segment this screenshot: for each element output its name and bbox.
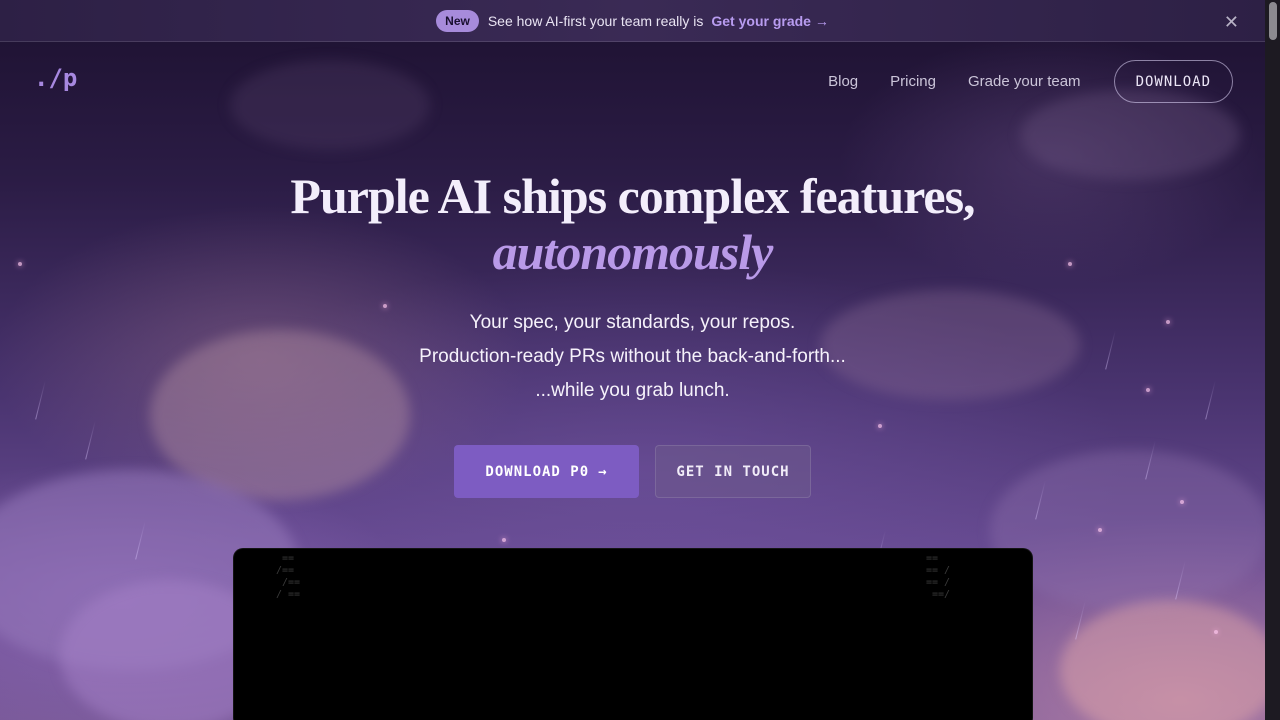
rain-decoration <box>85 420 96 460</box>
nav-link-pricing[interactable]: Pricing <box>890 73 936 90</box>
cloud-decoration <box>1020 90 1240 180</box>
announcement-text: See how AI-first your team really is <box>487 12 704 29</box>
star-decoration <box>878 424 882 428</box>
page-scrollbar[interactable] <box>1265 0 1280 720</box>
star-decoration <box>1098 528 1102 532</box>
download-p0-label: DOWNLOAD P0 <box>485 463 590 480</box>
download-p0-button[interactable]: DOWNLOAD P0 → <box>454 445 639 498</box>
hero-cta-group: DOWNLOAD P0 → GET IN TOUCH <box>454 445 811 498</box>
new-badge: New <box>436 9 479 32</box>
subtitle-line: Production-ready PRs without the back-an… <box>419 346 846 367</box>
star-decoration <box>1214 630 1218 634</box>
scrollbar-thumb[interactable] <box>1269 2 1277 40</box>
cloud-decoration <box>230 60 430 150</box>
nav-link-blog[interactable]: Blog <box>828 73 858 90</box>
site-logo[interactable]: ./p <box>34 64 77 92</box>
star-decoration <box>502 538 506 542</box>
get-grade-link[interactable]: Get your grade → <box>711 13 828 29</box>
subtitle-line: ...while you grab lunch. <box>535 380 730 401</box>
headline-accent: autonomously <box>492 224 774 280</box>
main-nav: Blog Pricing Grade your team DOWNLOAD <box>828 60 1233 103</box>
star-decoration <box>1180 500 1184 504</box>
arrow-right-icon: → <box>598 463 608 480</box>
get-in-touch-button[interactable]: GET IN TOUCH <box>655 445 811 498</box>
demo-video-window[interactable]: == /== /== / == == == / == / ==/ <box>233 548 1033 720</box>
cloud-decoration <box>1060 600 1265 720</box>
headline-main: Purple AI ships complex features, <box>290 168 975 224</box>
ascii-art-decoration: == /== /== / == <box>276 553 301 600</box>
hero-subtitle: Your spec, your standards, your repos. P… <box>0 306 1265 408</box>
hero-headline: Purple AI ships complex features, autono… <box>0 168 1265 280</box>
ascii-art-decoration: == == / == / ==/ <box>926 553 951 600</box>
announcement-bar: New See how AI-first your team really is… <box>0 0 1265 42</box>
nav-link-grade-your-team[interactable]: Grade your team <box>968 73 1081 90</box>
close-icon[interactable]: ✕ <box>1224 12 1239 33</box>
nav-download-button[interactable]: DOWNLOAD <box>1113 60 1233 103</box>
subtitle-line: Your spec, your standards, your repos. <box>469 312 796 333</box>
